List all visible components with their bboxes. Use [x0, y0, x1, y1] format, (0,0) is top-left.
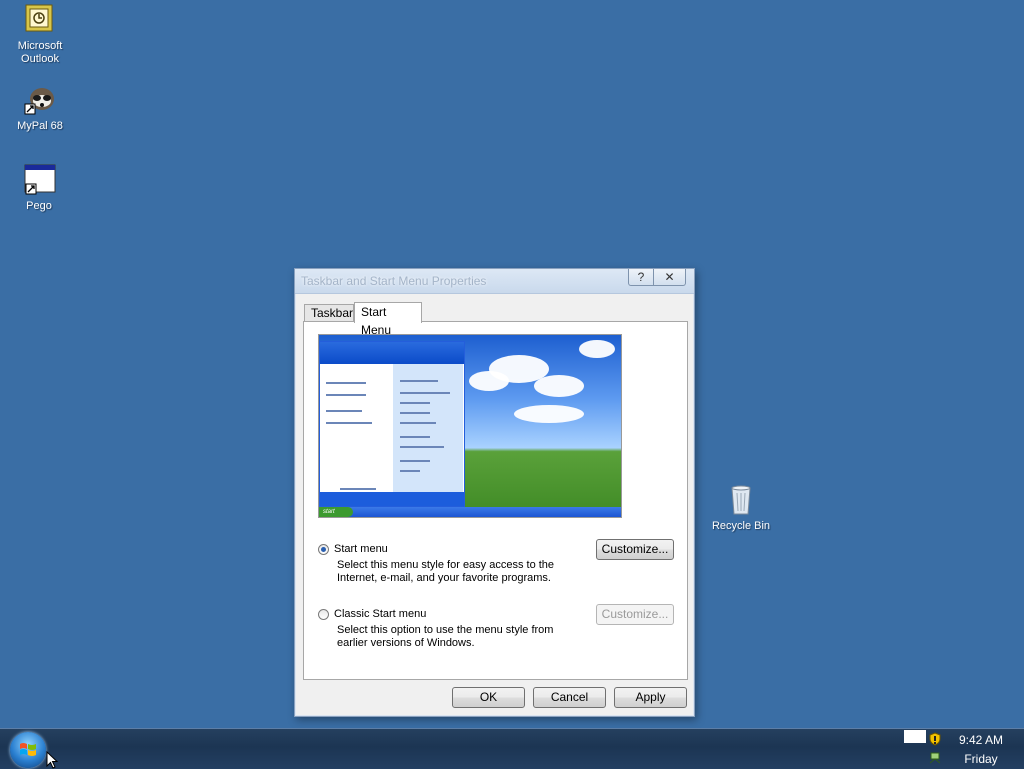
desktop-icon-label: Microsoft Outlook	[17, 40, 63, 65]
classic-start-menu-radio-label[interactable]: Classic Start menu	[334, 608, 426, 620]
desktop-icon-label: Pego	[26, 200, 52, 212]
taskbar: 9:42 AM Friday	[0, 728, 1024, 769]
preview-start-menu	[319, 341, 465, 507]
tab-panel-start-menu: start Start menu Select this menu style …	[303, 321, 688, 680]
apply-button[interactable]: Apply	[614, 687, 687, 708]
outlook-icon	[25, 4, 53, 32]
window-shortcut-icon	[24, 164, 56, 195]
desktop-icon-mypal[interactable]: MyPal 68	[0, 84, 80, 133]
windows-logo-icon	[20, 743, 36, 756]
classic-start-menu-description: Select this option to use the menu style…	[337, 624, 554, 649]
start-menu-radio-label[interactable]: Start menu	[334, 543, 388, 555]
ok-button[interactable]: OK	[452, 687, 525, 708]
preview-start-button: start	[319, 507, 353, 517]
tab-start-menu[interactable]: Start Menu	[354, 302, 422, 337]
start-menu-description: Select this menu style for easy access t…	[337, 559, 555, 584]
desktop-icon-recycle-bin[interactable]: Recycle Bin	[701, 484, 781, 533]
network-icon[interactable]	[928, 751, 942, 765]
desktop-icon-pego[interactable]: Pego	[0, 164, 79, 213]
clock-day[interactable]: Friday	[957, 752, 1005, 766]
customize-classic-start-menu-button[interactable]: Customize...	[596, 604, 674, 625]
security-shield-icon[interactable]	[928, 732, 942, 746]
desktop-icon-outlook[interactable]: Microsoft Outlook	[0, 4, 80, 66]
customize-start-menu-button[interactable]: Customize...	[596, 539, 674, 560]
tray-placeholder-icon[interactable]	[904, 730, 926, 743]
desktop-icon-label: Recycle Bin	[711, 520, 771, 532]
start-menu-preview-image: start	[318, 334, 622, 518]
recycle-bin-icon	[731, 485, 751, 515]
start-menu-radio[interactable]	[318, 544, 329, 555]
clock-time[interactable]: 9:42 AM	[957, 733, 1005, 747]
preview-taskbar: start	[319, 507, 621, 517]
desktop-icon-label: MyPal 68	[17, 120, 63, 132]
help-button[interactable]: ?	[628, 269, 654, 286]
close-button[interactable]: ✕	[653, 269, 686, 286]
raccoon-shortcut-icon	[24, 88, 54, 115]
cancel-button[interactable]: Cancel	[533, 687, 606, 708]
mouse-cursor-icon	[46, 751, 58, 769]
taskbar-start-menu-properties-dialog: Taskbar and Start Menu Properties ? ✕ Ta…	[294, 268, 695, 717]
dialog-titlebar[interactable]: Taskbar and Start Menu Properties ? ✕	[295, 269, 694, 294]
dialog-title: Taskbar and Start Menu Properties	[301, 274, 487, 288]
tab-taskbar[interactable]: Taskbar	[304, 304, 354, 322]
classic-start-menu-radio[interactable]	[318, 609, 329, 620]
start-button[interactable]	[10, 732, 46, 768]
